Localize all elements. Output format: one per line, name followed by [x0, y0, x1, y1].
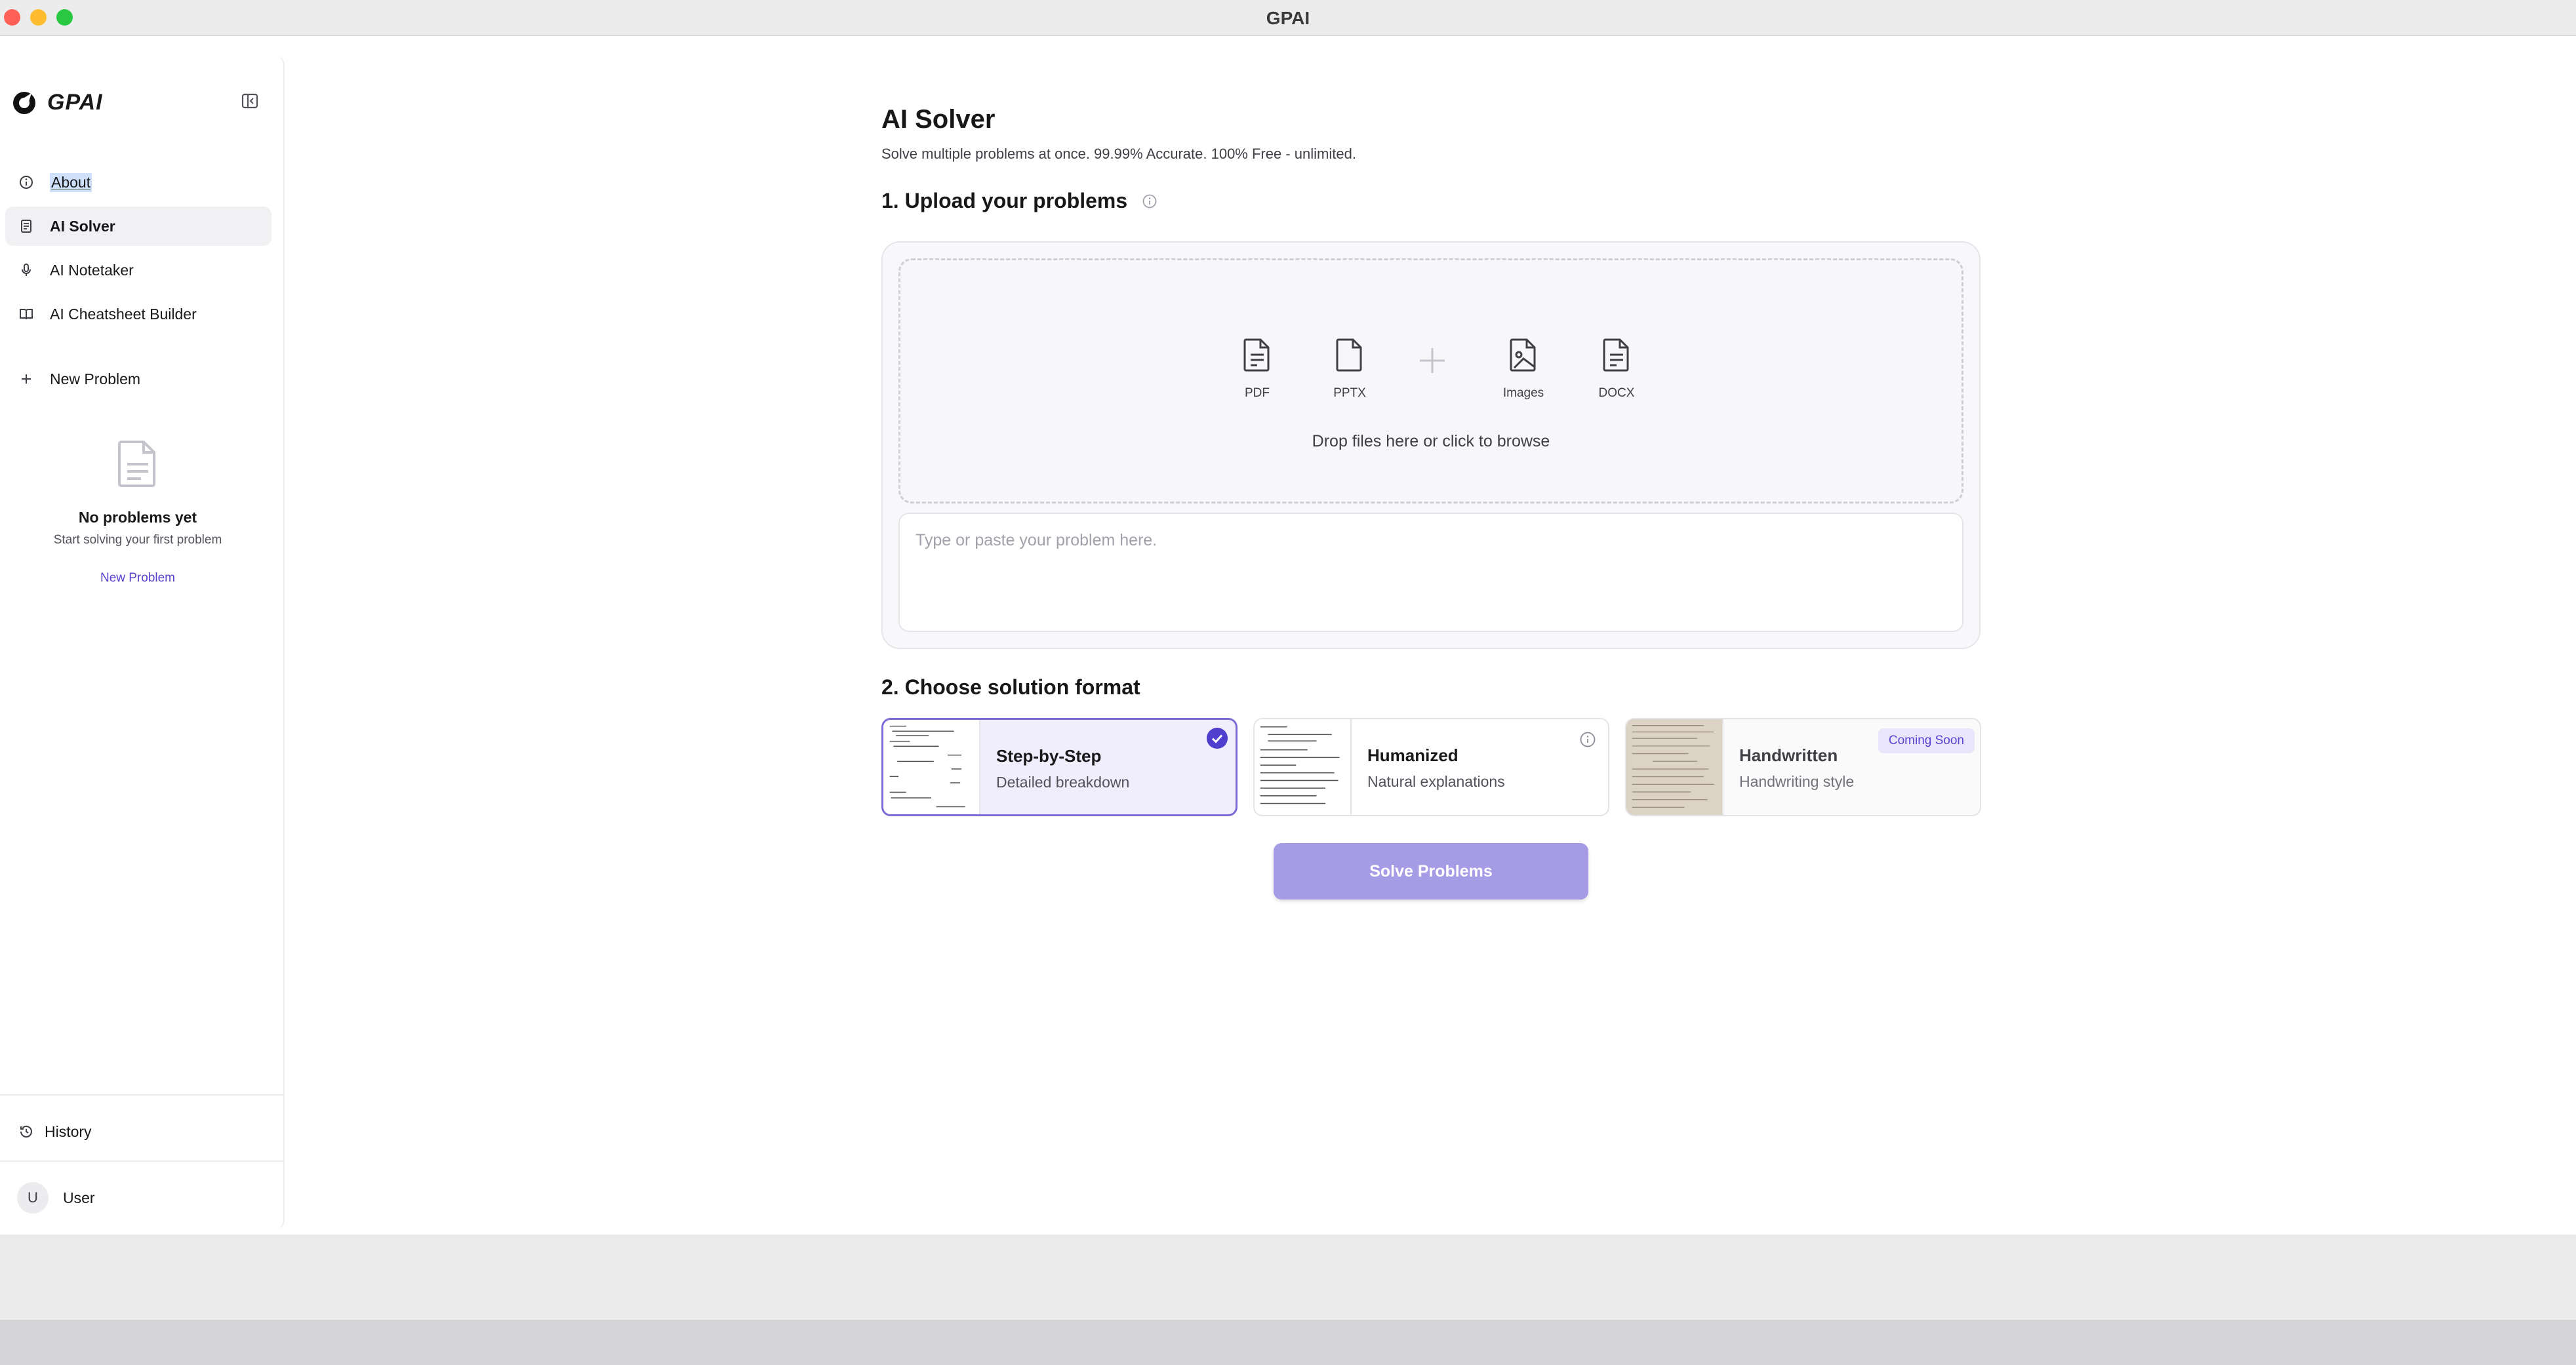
step-by-step-preview-thumbnail [883, 720, 980, 814]
brand-name: GPAI [47, 90, 103, 115]
humanized-preview-thumbnail [1255, 719, 1352, 815]
dropzone-text: Drop files here or click to browse [1312, 432, 1550, 450]
sidebar-divider [0, 1094, 283, 1096]
handwritten-preview-thumbnail [1626, 719, 1723, 815]
page-subtitle: Solve multiple problems at once. 99.99% … [881, 146, 1356, 162]
empty-document-icon [118, 441, 155, 487]
format-heading-text: 2. Choose solution format [881, 675, 1140, 699]
history-button[interactable]: History [4, 1112, 270, 1151]
sidebar: GPAI About AI Solver AI Notetaker AI Che… [0, 56, 285, 1229]
file-type-label: DOCX [1598, 386, 1635, 400]
pdf-file-icon [1243, 338, 1270, 372]
format-name: Handwritten [1739, 745, 1838, 765]
coming-soon-badge: Coming Soon [1878, 728, 1975, 753]
problem-input-placeholder: Type or paste your problem here. [916, 531, 1157, 549]
file-type-label: Images [1502, 386, 1544, 400]
history-icon [20, 1126, 32, 1138]
solve-problems-button[interactable]: Solve Problems [1274, 843, 1588, 900]
empty-title: No problems yet [78, 509, 197, 526]
new-problem-button[interactable]: New Problem [5, 359, 272, 399]
file-type-images: Images [1484, 338, 1563, 401]
format-option-humanized[interactable]: Humanized Natural explanations [1253, 718, 1609, 816]
user-menu[interactable]: U User [4, 1178, 270, 1217]
file-type-pptx: PPTX [1310, 338, 1389, 401]
format-option-handwritten[interactable]: Handwritten Handwriting style Coming Soo… [1625, 718, 1981, 816]
info-icon[interactable] [1579, 731, 1596, 748]
docx-file-icon [1603, 338, 1629, 372]
sidebar-divider [0, 1160, 283, 1162]
plus-icon [22, 374, 31, 384]
window-titlebar: GPAI [0, 0, 2576, 36]
brand[interactable]: GPAI [12, 90, 103, 115]
file-type-label: PDF [1245, 386, 1270, 400]
empty-state: No problems yet Start solving your first… [0, 439, 275, 585]
problem-text-input[interactable]: Type or paste your problem here. [898, 513, 1963, 632]
sidebar-item-label: AI Solver [50, 217, 115, 235]
sidebar-item-label: AI Cheatsheet Builder [50, 305, 197, 323]
format-name: Step-by-Step [996, 746, 1102, 766]
upload-card: PDF PPTX Images DOCX Drop files here or … [881, 241, 1981, 649]
empty-new-problem-link[interactable]: New Problem [0, 571, 275, 585]
file-type-docx: DOCX [1577, 338, 1656, 401]
collapse-sidebar-icon[interactable] [240, 91, 260, 111]
upload-heading-text: 1. Upload your problems [881, 189, 1128, 212]
sidebar-item-label: About [50, 172, 92, 192]
gpai-logo-icon [13, 91, 35, 114]
file-dropzone[interactable]: PDF PPTX Images DOCX Drop files here or … [898, 258, 1963, 504]
window-footer-area [0, 1235, 2576, 1320]
empty-subtitle: Start solving your first problem [53, 533, 222, 547]
history-label: History [45, 1122, 92, 1140]
sidebar-item-about[interactable]: About [5, 163, 272, 202]
sidebar-item-ai-cheatsheet-builder[interactable]: AI Cheatsheet Builder [5, 294, 272, 334]
upload-heading: 1. Upload your problems [881, 189, 1157, 213]
format-name: Humanized [1367, 745, 1459, 765]
image-file-icon [1510, 338, 1536, 372]
format-option-step-by-step[interactable]: Step-by-Step Detailed breakdown [881, 718, 1238, 816]
format-heading: 2. Choose solution format [881, 675, 1140, 700]
plus-icon [1420, 348, 1445, 373]
sidebar-item-label: AI Notetaker [50, 261, 134, 279]
book-icon [20, 309, 33, 320]
format-description: Handwriting style [1739, 773, 1855, 790]
window-title: GPAI [1266, 8, 1310, 28]
sidebar-item-ai-notetaker[interactable]: AI Notetaker [5, 250, 272, 290]
format-description: Natural explanations [1367, 773, 1505, 790]
microphone-icon [22, 264, 31, 276]
format-description: Detailed breakdown [996, 774, 1130, 791]
file-type-label: PPTX [1333, 386, 1366, 400]
avatar: U [17, 1182, 49, 1214]
desktop-strip [0, 1320, 2576, 1365]
sidebar-item-ai-solver[interactable]: AI Solver [5, 207, 272, 246]
document-icon [21, 220, 31, 233]
file-type-pdf: PDF [1218, 338, 1297, 401]
user-name: User [63, 1189, 95, 1206]
page-title: AI Solver [881, 105, 996, 134]
info-icon[interactable] [1142, 193, 1157, 209]
pptx-file-icon [1336, 338, 1362, 372]
selected-check-icon [1207, 728, 1228, 749]
app-window: GPAI About AI Solver AI Notetaker AI Che… [0, 36, 2576, 1235]
info-icon [20, 176, 33, 189]
new-problem-label: New Problem [50, 370, 141, 387]
